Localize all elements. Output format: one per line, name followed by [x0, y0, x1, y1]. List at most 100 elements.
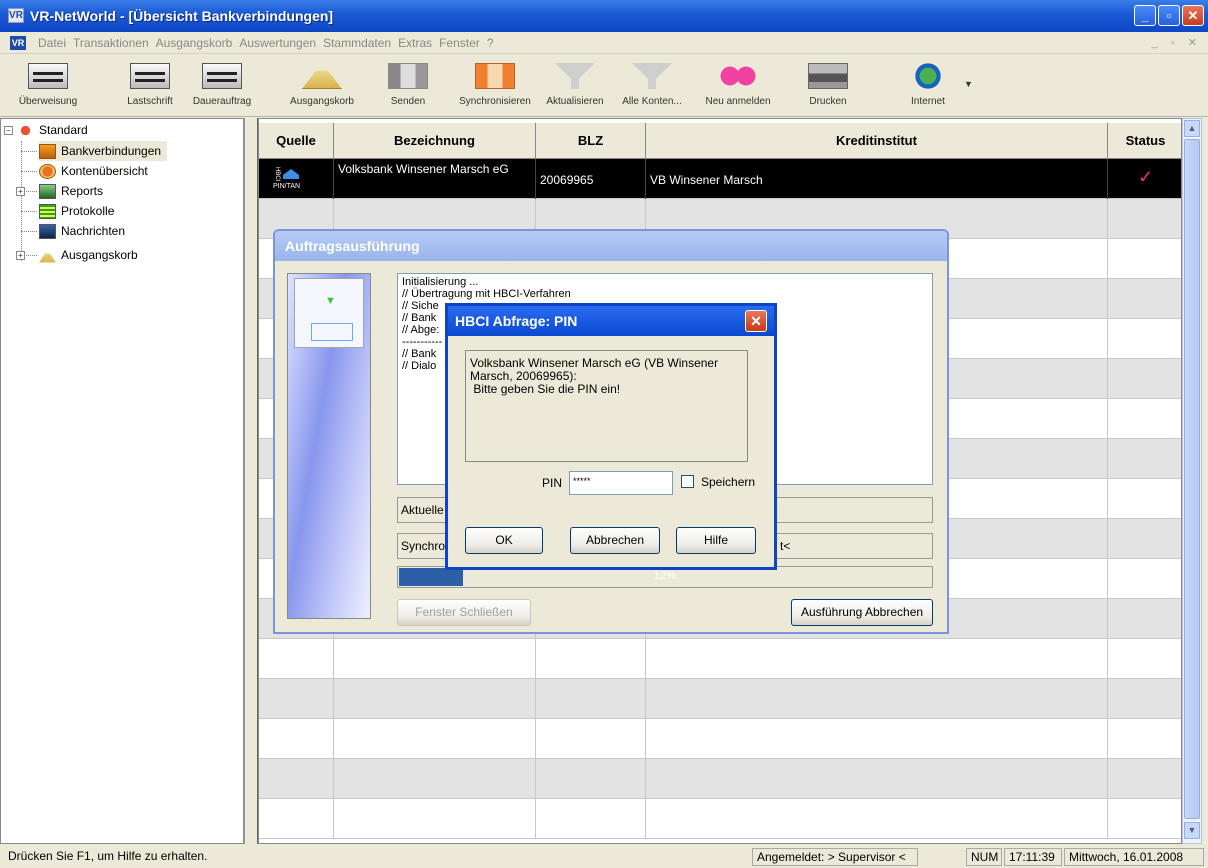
neu-anmelden-label: Neu anmelden: [705, 96, 771, 107]
vertical-scrollbar[interactable]: ▲ ▼: [1182, 118, 1202, 844]
help-hint: Drücken Sie F1, um Hilfe zu erhalten.: [8, 849, 208, 863]
pin-input[interactable]: *****: [569, 471, 673, 495]
menu-ausgangskorb[interactable]: Ausgangskorb: [156, 36, 233, 50]
scroll-up-icon[interactable]: ▲: [1184, 120, 1200, 137]
menu-auswertungen[interactable]: Auswertungen: [239, 36, 316, 50]
internet-button[interactable]: Internet: [898, 58, 958, 114]
tree-item-standard[interactable]: Standard: [17, 120, 88, 140]
pin-message-text: Volksbank Winsener Marsch eG (VB Winsene…: [470, 356, 719, 396]
aktualisieren-button[interactable]: Aktualisieren: [536, 58, 614, 114]
synchronisieren-label: Synchronisieren: [459, 96, 531, 107]
sync-icon: [475, 63, 515, 89]
drucken-label: Drucken: [809, 96, 847, 107]
dauerauftrag-label: Dauerauftrag: [192, 96, 252, 107]
ok-button[interactable]: OK: [465, 527, 543, 554]
menu-stammdaten[interactable]: Stammdaten: [323, 36, 391, 50]
menu-transaktionen[interactable]: Transaktionen: [73, 36, 149, 50]
scroll-thumb[interactable]: [1184, 139, 1200, 819]
speichern-checkbox[interactable]: [681, 475, 694, 488]
lastschrift-button[interactable]: Lastschrift: [118, 58, 182, 114]
app-icon: VR: [8, 8, 24, 23]
navigation-tree: − Standard Bankverbindungen Kontenübersi…: [0, 118, 244, 844]
minimize-button[interactable]: _: [1134, 5, 1156, 26]
title-bar: VR VR-NetWorld - [Übersicht Bankverbindu…: [0, 0, 1208, 32]
num-lock-indicator: NUM: [966, 848, 1002, 866]
column-header-status[interactable]: Status: [1108, 123, 1181, 159]
expand-reports-icon[interactable]: +: [16, 187, 25, 196]
printer-icon: [808, 63, 848, 89]
scroll-down-icon[interactable]: ▼: [1184, 822, 1200, 839]
mdi-window-controls[interactable]: _ ▫ ✕: [1152, 36, 1202, 49]
tree-item-reports[interactable]: Reports: [39, 181, 103, 201]
table-row[interactable]: HBCI PIN/TAN Volksbank Winsener Marsch e…: [259, 159, 1181, 199]
dialog-title: Auftragsausführung: [275, 231, 947, 261]
ausfuehrung-abbrechen-button[interactable]: Ausführung Abbrechen: [791, 599, 933, 626]
expand-ausgangskorb-icon[interactable]: +: [16, 251, 25, 260]
standing-order-icon: [202, 63, 242, 89]
column-header-kreditinstitut[interactable]: Kreditinstitut: [646, 123, 1108, 159]
tree-item-ausgangskorb[interactable]: Ausgangskorb: [39, 245, 138, 265]
table-row: [259, 719, 1181, 759]
pin-dialog: HBCI Abfrage: PIN ✕ Volksbank Winsener M…: [445, 303, 777, 570]
hilfe-button[interactable]: Hilfe: [676, 527, 756, 554]
transfer-icon: [28, 63, 68, 89]
maximize-button[interactable]: ▫: [1158, 5, 1180, 26]
column-header-blz[interactable]: BLZ: [536, 123, 646, 159]
menu-bar: VR Datei Transaktionen Ausgangskorb Ausw…: [0, 32, 1208, 54]
update-icon: [555, 63, 595, 89]
toolbar-dropdown-arrow[interactable]: ▼: [964, 79, 973, 89]
status-bar: Drücken Sie F1, um Hilfe zu erhalten. An…: [0, 845, 1208, 868]
tree-item-kontenuebersicht[interactable]: Kontenübersicht: [39, 161, 148, 181]
pane-splitter[interactable]: [244, 118, 258, 844]
senden-label: Senden: [390, 96, 426, 107]
pintan-label: PIN/TAN: [273, 183, 301, 190]
tree-item-label: Reports: [61, 184, 104, 198]
accounts-icon: [39, 163, 56, 179]
kreditinstitut-cell: VB Winsener Marsch: [646, 159, 1108, 199]
menu-fenster[interactable]: Fenster: [439, 36, 480, 50]
progress-percent: 12%: [653, 570, 677, 582]
dauerauftrag-button[interactable]: Dauerauftrag: [190, 58, 254, 114]
log-icon: [39, 203, 56, 219]
grid-header: Quelle Bezeichnung BLZ Kreditinstitut St…: [259, 123, 1181, 159]
column-header-bezeichnung[interactable]: Bezeichnung: [334, 123, 536, 159]
table-row: [259, 759, 1181, 799]
hbci-label: HBCI: [274, 167, 280, 182]
alle-konten-label: Alle Konten...: [622, 96, 682, 107]
globe-icon: [915, 63, 941, 89]
debit-icon: [130, 63, 170, 89]
pin-dialog-title: HBCI Abfrage: PIN: [448, 306, 774, 336]
menu-extras[interactable]: Extras: [398, 36, 432, 50]
tree-item-bankverbindungen[interactable]: Bankverbindungen: [39, 141, 168, 161]
menu-help[interactable]: ?: [487, 36, 494, 50]
blz-cell: 20069965: [536, 159, 646, 199]
neu-anmelden-button[interactable]: Neu anmelden: [700, 58, 776, 114]
bank-icon: [39, 143, 56, 159]
login-icon: [718, 63, 758, 89]
ausgangskorb-label: Ausgangskorb: [290, 96, 354, 107]
ausgangskorb-button[interactable]: Ausgangskorb: [290, 58, 354, 114]
alle-konten-button[interactable]: Alle Konten...: [614, 58, 690, 114]
progress-graphic: [287, 273, 371, 619]
close-button[interactable]: ✕: [1182, 5, 1204, 26]
tree-item-nachrichten[interactable]: Nachrichten: [39, 221, 125, 241]
tree-item-label: Kontenübersicht: [61, 164, 148, 178]
synchronisieren-button[interactable]: Synchronisieren: [456, 58, 534, 114]
tree-item-protokolle[interactable]: Protokolle: [39, 201, 114, 221]
fenster-schliessen-button[interactable]: Fenster Schließen: [397, 599, 531, 626]
drucken-button[interactable]: Drucken: [796, 58, 860, 114]
close-icon[interactable]: ✕: [745, 310, 767, 332]
tree-item-label: Ausgangskorb: [61, 248, 138, 262]
column-header-quelle[interactable]: Quelle: [259, 123, 334, 159]
internet-label: Internet: [911, 96, 945, 107]
document-icon[interactable]: VR: [10, 36, 26, 50]
table-row: [259, 799, 1181, 839]
menu-datei[interactable]: Datei: [38, 36, 66, 50]
tree-item-label: Standard: [39, 123, 88, 137]
send-icon: [388, 63, 428, 89]
ueberweisung-button[interactable]: Überweisung: [6, 58, 90, 114]
user-icon: [17, 122, 34, 138]
senden-button[interactable]: Senden: [378, 58, 438, 114]
abbrechen-button[interactable]: Abbrechen: [570, 527, 660, 554]
collapse-standard-icon[interactable]: −: [4, 126, 13, 135]
